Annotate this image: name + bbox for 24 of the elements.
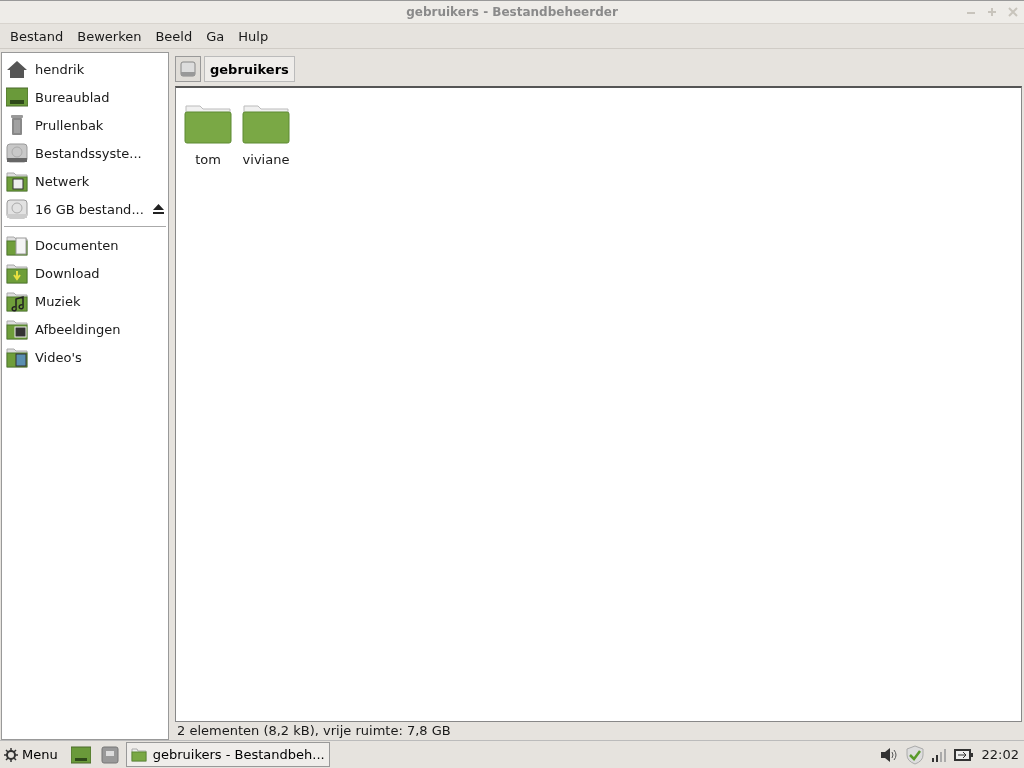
menu-item[interactable]: Ga	[206, 28, 225, 44]
window-title: gebruikers - Bestandbeheerder	[406, 5, 618, 19]
menu-item[interactable]: Hulp	[238, 28, 269, 44]
sidebar-item[interactable]: Netwerk	[35, 173, 90, 189]
taskbar-window-button[interactable]: gebruikers - Bestandbeh...	[125, 742, 330, 767]
sidebar-item[interactable]: Bestandssyste...	[35, 145, 142, 161]
menu-item[interactable]: Beeld	[155, 28, 193, 44]
sidebar-item[interactable]: Download	[35, 265, 100, 281]
sidebar-item[interactable]: 16 GB bestand...	[35, 201, 144, 217]
menu-item[interactable]: Bewerken	[77, 28, 142, 44]
sidebar-item[interactable]: Bureaublad	[35, 89, 110, 105]
menu-item[interactable]: Bestand	[10, 28, 64, 44]
sidebar-item[interactable]: Prullenbak	[35, 117, 104, 133]
path-button[interactable]: gebruikers	[204, 56, 295, 82]
clock[interactable]: 22:02	[981, 747, 1019, 762]
status-text: 2 elementen (8,2 kB), vrije ruimte: 7,8 GB	[176, 722, 452, 740]
sidebar-item[interactable]: Video's	[35, 349, 82, 365]
sidebar-item[interactable]: Afbeeldingen	[35, 321, 121, 337]
file-name[interactable]: viviane	[242, 152, 290, 167]
sidebar-item[interactable]: Muziek	[35, 293, 81, 309]
start-menu-button[interactable]: Menu	[4, 747, 64, 762]
sidebar-item[interactable]: Documenten	[35, 237, 119, 253]
sidebar-item[interactable]: hendrik	[35, 61, 85, 77]
file-name[interactable]: tom	[195, 152, 221, 167]
